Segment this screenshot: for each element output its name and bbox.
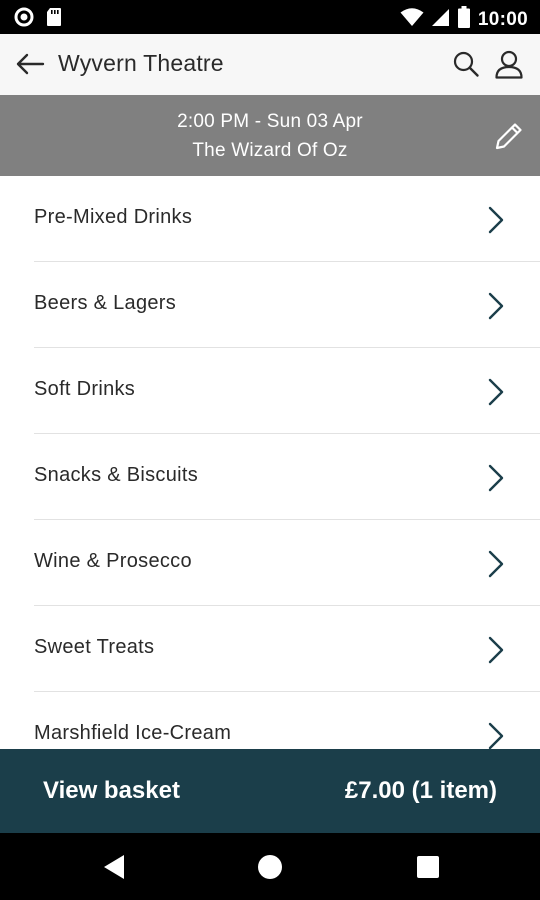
- sd-card-icon: [46, 7, 62, 32]
- circle-notification-icon: [14, 7, 34, 32]
- view-basket-button[interactable]: View basket £7.00 (1 item): [0, 749, 540, 833]
- list-item[interactable]: Wine & Prosecco: [34, 520, 540, 606]
- wifi-icon: [400, 7, 424, 32]
- edit-event-button[interactable]: [490, 117, 528, 155]
- chevron-right-icon: [488, 464, 504, 492]
- search-icon: [453, 51, 479, 77]
- status-bar: 10:00: [0, 0, 540, 34]
- page-title: Wyvern Theatre: [58, 50, 224, 76]
- list-item[interactable]: Beers & Lagers: [34, 262, 540, 348]
- category-label: Soft Drinks: [34, 378, 136, 400]
- event-time: 2:00 PM - Sun 03 Apr: [177, 111, 363, 132]
- category-label: Marshfield Ice-Cream: [34, 722, 232, 744]
- category-label: Wine & Prosecco: [34, 550, 192, 572]
- pencil-icon: [495, 123, 522, 150]
- chevron-right-icon: [488, 292, 504, 320]
- chevron-right-icon: [488, 636, 504, 664]
- battery-icon: [457, 6, 470, 33]
- basket-total: £7.00 (1 item): [344, 777, 497, 804]
- category-label: Pre-Mixed Drinks: [34, 206, 193, 228]
- category-list: Pre-Mixed Drinks Beers & Lagers Soft Dri…: [0, 176, 540, 750]
- account-button[interactable]: [490, 46, 528, 82]
- event-name: The Wizard Of Oz: [192, 140, 348, 161]
- event-banner: 2:00 PM - Sun 03 Apr The Wizard Of Oz: [0, 95, 540, 176]
- app-bar: Wyvern Theatre: [0, 34, 540, 95]
- category-label: Beers & Lagers: [34, 292, 177, 314]
- status-left-icons: [14, 7, 62, 32]
- system-nav-bar: [0, 833, 540, 900]
- chevron-right-icon: [488, 722, 504, 750]
- list-item[interactable]: Soft Drinks: [34, 348, 540, 434]
- list-item[interactable]: Marshfield Ice-Cream: [34, 692, 540, 750]
- chevron-right-icon: [488, 378, 504, 406]
- nav-back-icon[interactable]: [100, 852, 130, 882]
- category-label: Sweet Treats: [34, 636, 155, 658]
- search-button[interactable]: [448, 46, 484, 82]
- status-right-icons: 10:00: [400, 6, 528, 33]
- account-icon: [495, 50, 523, 79]
- nav-home-icon[interactable]: [258, 855, 282, 879]
- list-item[interactable]: Sweet Treats: [34, 606, 540, 692]
- basket-label: View basket: [43, 777, 180, 804]
- list-item[interactable]: Pre-Mixed Drinks: [34, 176, 540, 262]
- back-arrow-icon: [16, 53, 45, 75]
- chevron-right-icon: [488, 550, 504, 578]
- list-item[interactable]: Snacks & Biscuits: [34, 434, 540, 520]
- cellular-signal-icon: [431, 7, 450, 32]
- nav-recents-icon[interactable]: [417, 856, 439, 878]
- category-label: Snacks & Biscuits: [34, 464, 199, 486]
- chevron-right-icon: [488, 206, 504, 234]
- status-time: 10:00: [477, 8, 528, 30]
- back-button[interactable]: [12, 48, 48, 80]
